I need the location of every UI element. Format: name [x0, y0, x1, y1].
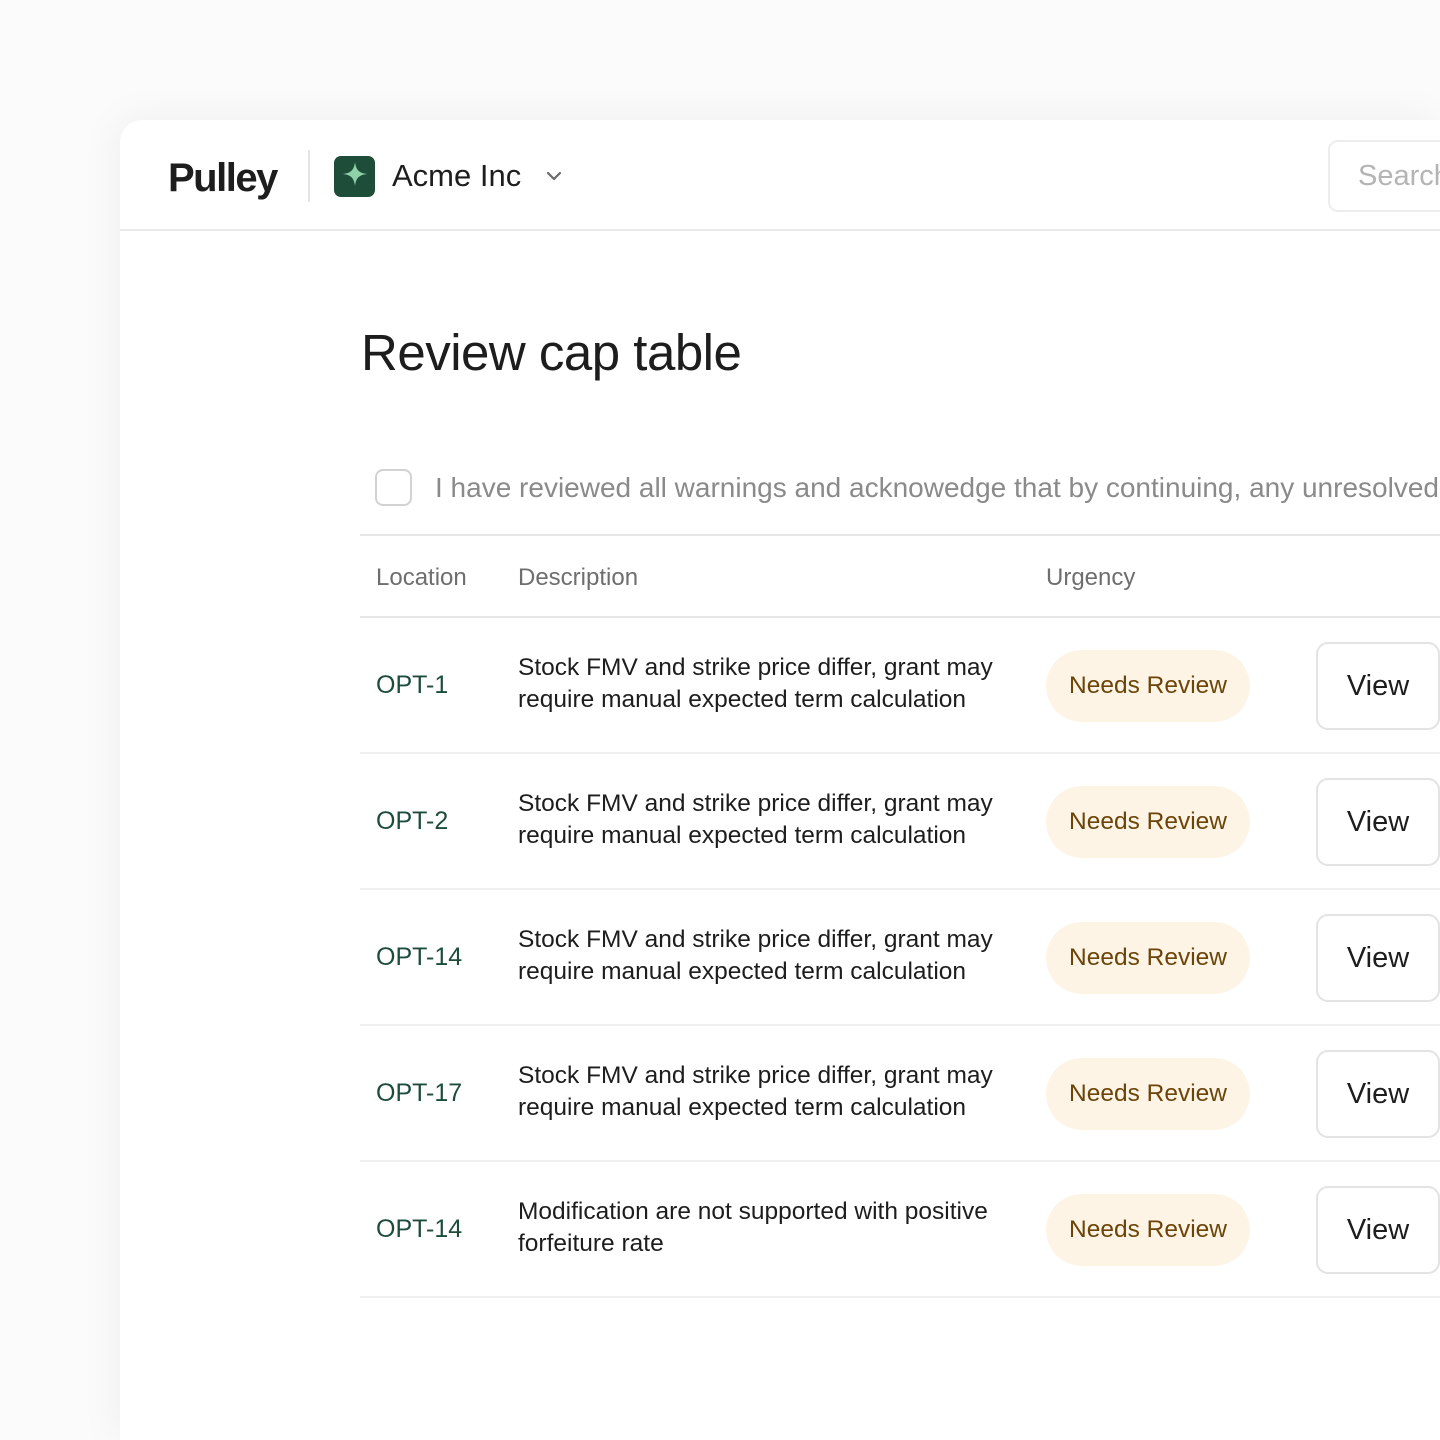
app-window: Pulley Acme Inc Review cap table I have … [120, 120, 1440, 1440]
acknowledge-checkbox[interactable] [375, 469, 412, 506]
nav-divider [308, 150, 310, 202]
location-cell: OPT-14 [376, 943, 463, 971]
sparkle-icon [342, 161, 368, 192]
urgency-badge: Needs Review [1046, 1058, 1250, 1130]
page-title: Review cap table [361, 324, 742, 381]
pulley-logo[interactable]: Pulley [168, 150, 278, 206]
top-navigation-bar: Pulley Acme Inc [120, 120, 1440, 231]
acknowledgement-row: I have reviewed all warnings and acknowe… [360, 450, 1440, 536]
org-switcher[interactable]: Acme Inc [334, 154, 565, 198]
location-cell: OPT-1 [376, 671, 449, 699]
column-header-location[interactable]: Location [376, 560, 467, 596]
table-row: OPT-1 Stock FMV and strike price differ,… [360, 618, 1440, 754]
description-cell: Stock FMV and strike price differ, grant… [518, 926, 993, 985]
chevron-down-icon[interactable] [543, 165, 565, 187]
view-button[interactable]: View [1316, 914, 1440, 1002]
urgency-badge: Needs Review [1046, 786, 1250, 858]
description-cell: Modification are not supported with posi… [518, 1198, 988, 1257]
column-header-urgency[interactable]: Urgency [1046, 560, 1135, 596]
search-input[interactable] [1328, 140, 1440, 212]
table-row: OPT-2 Stock FMV and strike price differ,… [360, 754, 1440, 890]
table-header: Location Description Urgency [360, 538, 1440, 618]
view-button[interactable]: View [1316, 642, 1440, 730]
location-cell: OPT-17 [376, 1079, 463, 1107]
location-cell: OPT-2 [376, 807, 449, 835]
org-avatar [334, 155, 375, 197]
description-cell: Stock FMV and strike price differ, grant… [518, 1062, 993, 1121]
org-name: Acme Inc [392, 158, 522, 193]
urgency-badge: Needs Review [1046, 1194, 1250, 1266]
view-button[interactable]: View [1316, 1050, 1440, 1138]
view-button[interactable]: View [1316, 778, 1440, 866]
urgency-badge: Needs Review [1046, 650, 1250, 722]
urgency-badge: Needs Review [1046, 922, 1250, 994]
location-cell: OPT-14 [376, 1215, 463, 1243]
description-cell: Stock FMV and strike price differ, grant… [518, 790, 993, 849]
table-row: OPT-14 Modification are not supported wi… [360, 1162, 1440, 1298]
table-row: OPT-14 Stock FMV and strike price differ… [360, 890, 1440, 1026]
acknowledgement-text: I have reviewed all warnings and acknowe… [435, 472, 1439, 503]
description-cell: Stock FMV and strike price differ, grant… [518, 654, 993, 713]
view-button[interactable]: View [1316, 1186, 1440, 1274]
warnings-table-body: OPT-1 Stock FMV and strike price differ,… [360, 618, 1440, 1298]
column-header-description[interactable]: Description [518, 560, 638, 596]
table-row: OPT-17 Stock FMV and strike price differ… [360, 1026, 1440, 1162]
